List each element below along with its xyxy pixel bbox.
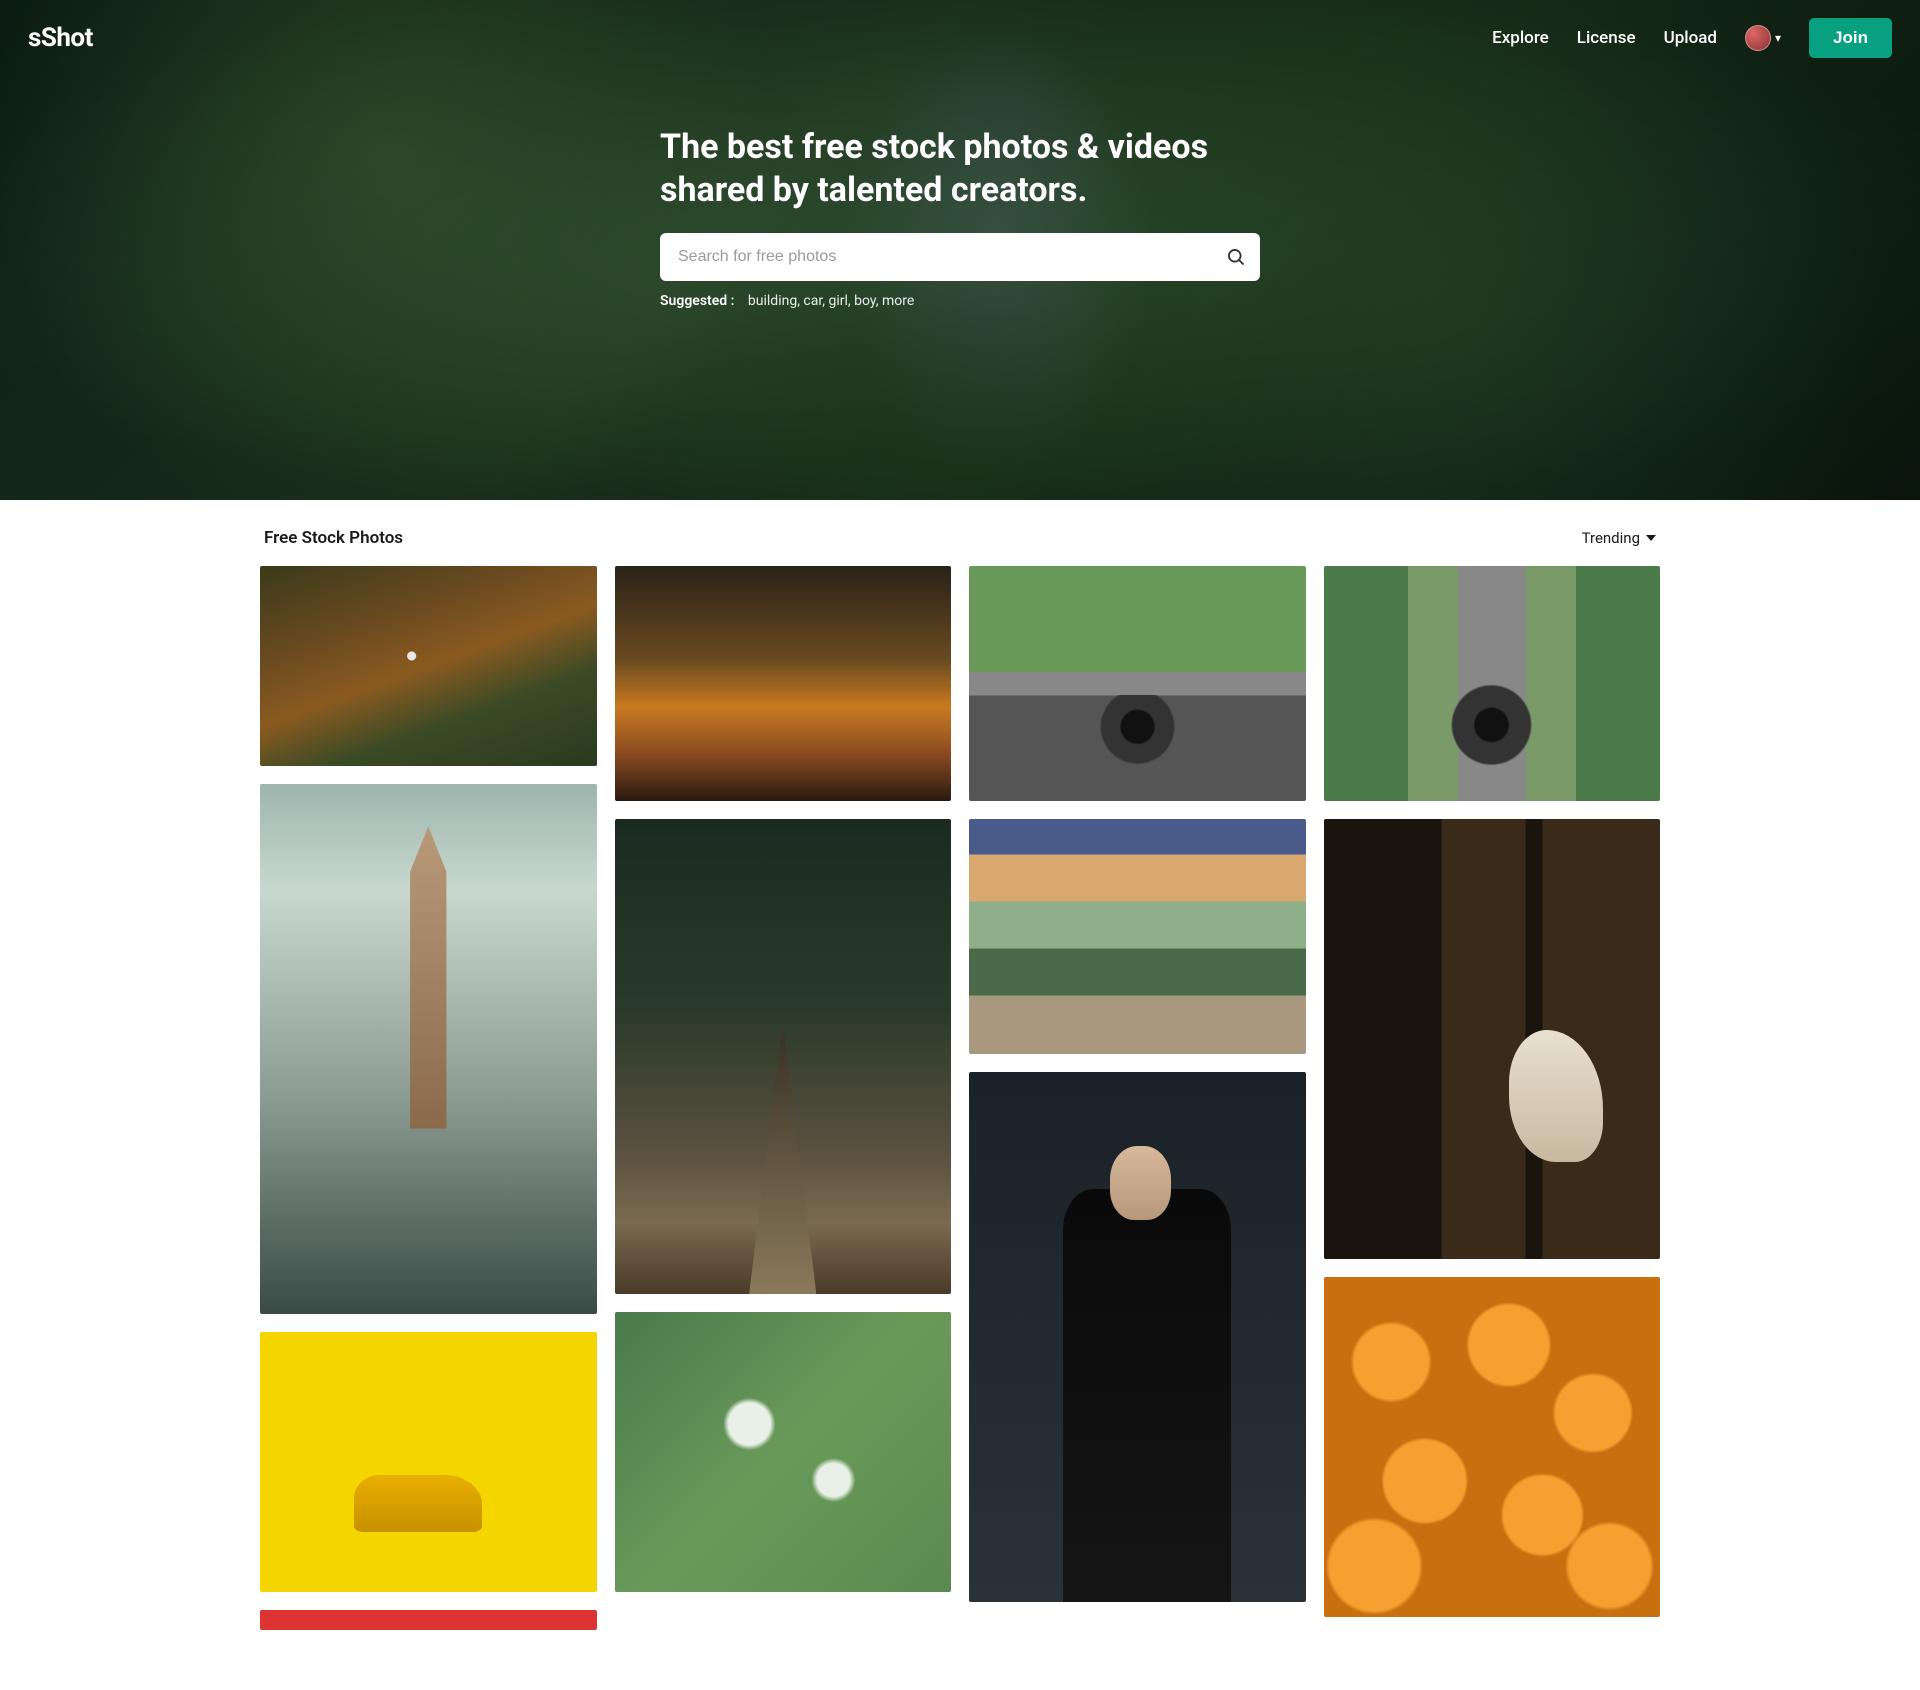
photo-card-palm-sunset-road[interactable]	[969, 819, 1306, 1054]
photo-card-deer-behind-tree[interactable]	[1324, 819, 1661, 1259]
photo-card-historic-tower-street[interactable]	[260, 784, 597, 1314]
sort-dropdown[interactable]: Trending	[1582, 529, 1656, 547]
photo-card-red-abstract[interactable]	[260, 1610, 597, 1630]
nav-license[interactable]: License	[1577, 28, 1636, 48]
join-button[interactable]: Join	[1809, 18, 1892, 58]
photo-grid	[260, 566, 1660, 1630]
photo-column	[969, 566, 1306, 1630]
suggested-label: Suggested :	[660, 293, 734, 309]
photo-column	[260, 566, 597, 1630]
photo-column	[1324, 566, 1661, 1630]
photo-card-oranges-pile[interactable]	[1324, 1277, 1661, 1617]
main-content: Free Stock Photos Trending	[220, 500, 1700, 1690]
chevron-down-icon: ▾	[1775, 31, 1781, 45]
photo-card-yellow-toy-car[interactable]	[260, 1332, 597, 1592]
sort-label: Trending	[1582, 529, 1640, 547]
nav-links: Explore License Upload ▾ Join	[1492, 18, 1892, 58]
photo-column	[615, 566, 952, 1630]
photo-card-forest-path[interactable]	[615, 819, 952, 1294]
hero-banner: sShot Explore License Upload ▾ Join The …	[0, 0, 1920, 500]
photo-card-autumn-trees[interactable]	[615, 566, 952, 801]
suggested-terms[interactable]: building, car, girl, boy, more	[748, 293, 914, 309]
user-menu[interactable]: ▾	[1745, 25, 1781, 51]
avatar-icon	[1745, 25, 1771, 51]
photo-card-green-foliage-aerial[interactable]	[615, 1312, 952, 1592]
photo-card-autumn-forest-aerial[interactable]	[260, 566, 597, 766]
nav-upload[interactable]: Upload	[1664, 28, 1717, 48]
photo-card-motorcycle-forest-road[interactable]	[969, 566, 1306, 801]
suggested-row: Suggested : building, car, girl, boy, mo…	[660, 293, 1260, 309]
top-navbar: sShot Explore License Upload ▾ Join	[0, 0, 1920, 76]
site-logo[interactable]: sShot	[28, 23, 93, 53]
photo-card-motorcycle-highway[interactable]	[1324, 566, 1661, 801]
hero-title: The best free stock photos & videos shar…	[660, 126, 1260, 211]
search-input[interactable]	[678, 248, 1226, 266]
caret-down-icon	[1646, 533, 1656, 543]
photo-card-man-in-suit[interactable]	[969, 1072, 1306, 1602]
section-title: Free Stock Photos	[264, 528, 403, 548]
nav-explore[interactable]: Explore	[1492, 28, 1549, 48]
search-bar[interactable]	[660, 233, 1260, 281]
section-header: Free Stock Photos Trending	[260, 528, 1660, 548]
search-icon[interactable]	[1226, 247, 1246, 267]
hero-content: The best free stock photos & videos shar…	[640, 126, 1280, 309]
